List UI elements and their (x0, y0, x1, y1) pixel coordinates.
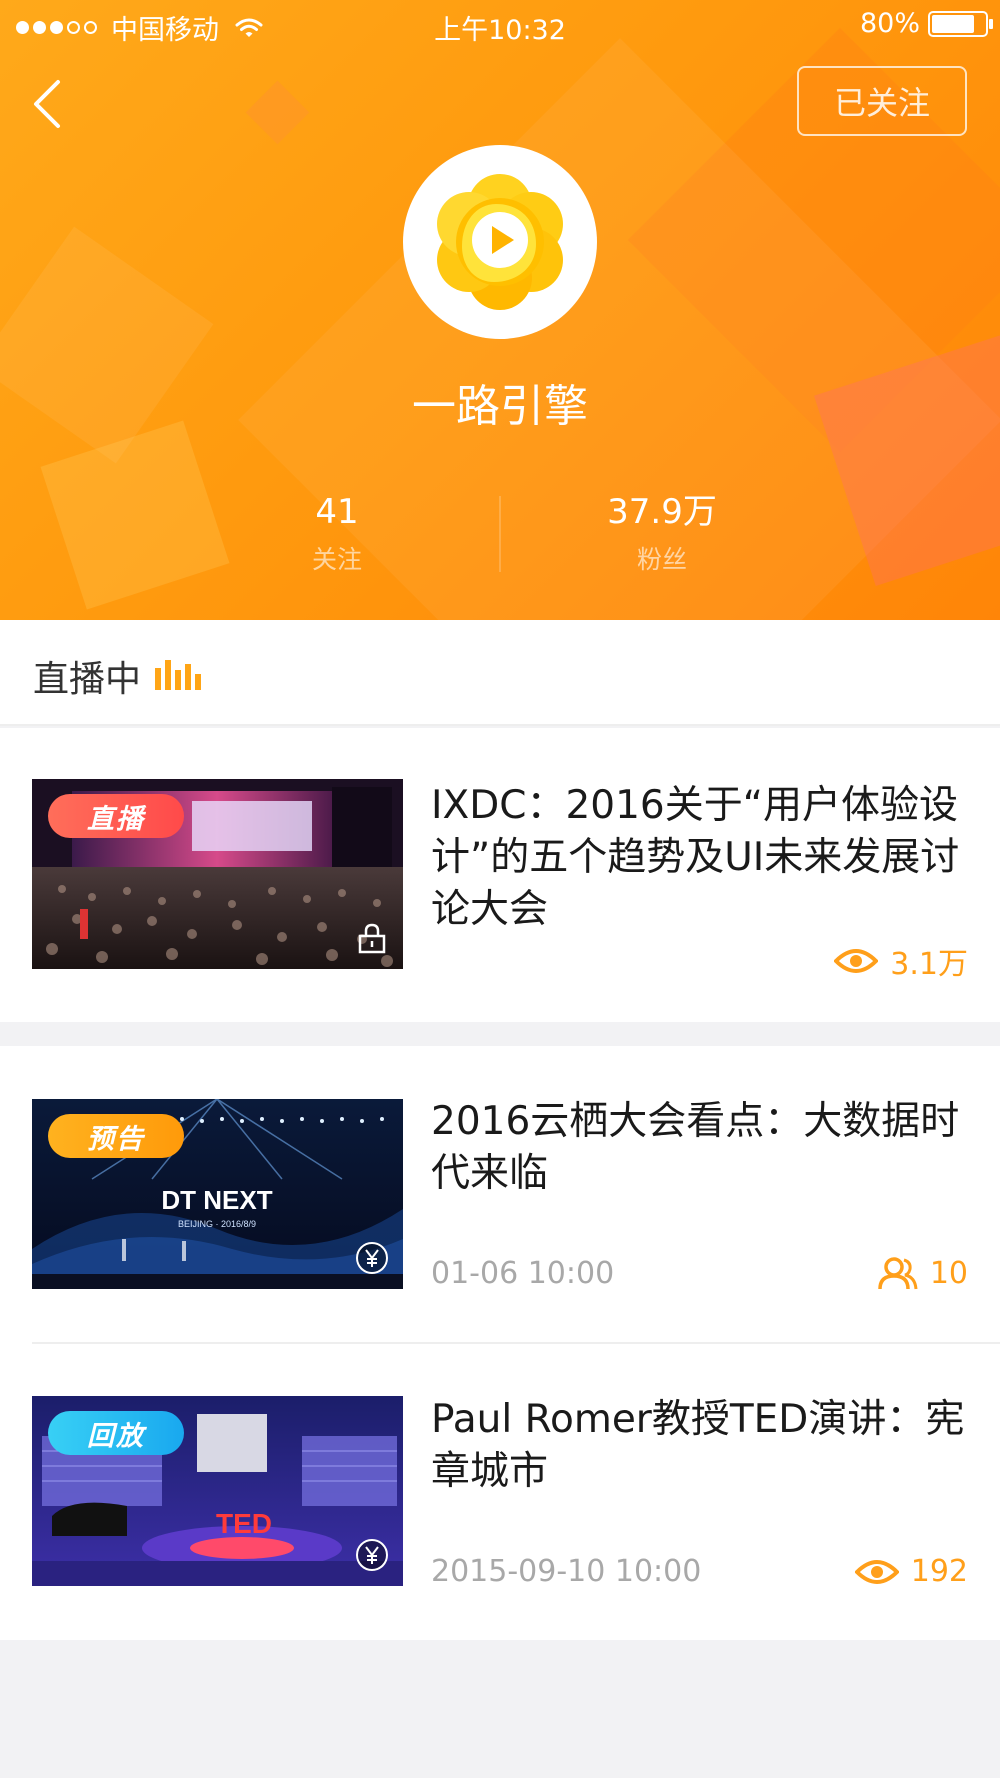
thumb-event-title: DT NEXT (161, 1185, 272, 1215)
bars-icon (155, 660, 201, 690)
status-bar: 中国移动 上午10:32 80% (0, 0, 1000, 52)
item-title: Paul Romer教授TED演讲：宪章城市 (431, 1397, 965, 1494)
following-label: 关注 (311, 545, 362, 574)
following-count: 41 (315, 492, 359, 532)
video-thumbnail[interactable]: DT NEXT BEIJING · 2016/8/9 预告 (32, 1099, 403, 1289)
eye-icon (854, 1559, 899, 1584)
live-section-header: 直播中 (0, 620, 1000, 726)
fans-label: 粉丝 (636, 545, 687, 574)
view-count-value: 3.1万 (890, 947, 968, 982)
following-stat[interactable]: 41 关注 (217, 488, 457, 576)
subscriber-count: 10 (878, 1256, 968, 1291)
thumb-event-subtitle: BEIJING · 2016/8/9 (178, 1219, 256, 1229)
header-decoration (245, 80, 310, 145)
preview-badge: 预告 (48, 1114, 184, 1158)
replay-badge: 回放 (48, 1411, 184, 1455)
item-date: 2015-09-10 10:00 (431, 1554, 702, 1589)
lock-icon (358, 923, 386, 954)
subscriber-count-value: 10 (929, 1256, 968, 1291)
avatar[interactable] (403, 145, 597, 339)
fans-stat[interactable]: 37.9万 粉丝 (542, 488, 782, 576)
status-time: 上午10:32 (434, 15, 566, 46)
view-count: 192 (854, 1554, 968, 1589)
video-thumbnail[interactable]: 直播 (32, 779, 403, 969)
stat-divider (499, 496, 501, 572)
item-title: IXDC：2016关于“用户体验设计”的五个趋势及UI未来发展讨论大会 (431, 783, 960, 932)
fans-count: 37.9万 (607, 492, 717, 532)
users-icon (878, 1256, 918, 1289)
live-badge: 直播 (48, 794, 184, 838)
profile-name: 一路引擎 (412, 381, 588, 432)
item-title: 2016云栖大会看点：大数据时代来临 (431, 1099, 960, 1196)
video-thumbnail[interactable]: TED 回放 (32, 1396, 403, 1586)
yen-icon (356, 1242, 388, 1274)
yen-icon (356, 1539, 388, 1571)
live-section-title: 直播中 (33, 659, 142, 700)
back-button[interactable] (22, 70, 72, 134)
profile-header: 中国移动 上午10:32 80% 已关注 一路引擎 41 关注 37.9万 粉丝 (0, 0, 1000, 620)
header-decoration (40, 420, 230, 610)
eye-icon (834, 949, 879, 973)
replay-item-card[interactable]: TED 回放 Paul Romer教授TED演讲：宪章城市 2015-09-10… (0, 1344, 1000, 1640)
preview-item-card[interactable]: DT NEXT BEIJING · 2016/8/9 预告 2016云栖大会看点… (0, 1046, 1000, 1344)
logo-icon (437, 174, 563, 310)
item-list: DT NEXT BEIJING · 2016/8/9 预告 2016云栖大会看点… (0, 1046, 1000, 1640)
followed-button[interactable]: 已关注 (797, 66, 967, 136)
view-count: 3.1万 (834, 939, 968, 983)
battery-percent: 80% (859, 8, 920, 39)
thumb-ted-logo: TED (216, 1508, 272, 1539)
battery-icon (928, 10, 993, 37)
item-date: 01-06 10:00 (431, 1256, 615, 1291)
live-item-card[interactable]: 直播 IXDC：2016关于“用户体验设计”的五个趋势及UI未来发展讨论大会 3… (0, 728, 1000, 1022)
view-count-value: 192 (910, 1554, 968, 1589)
